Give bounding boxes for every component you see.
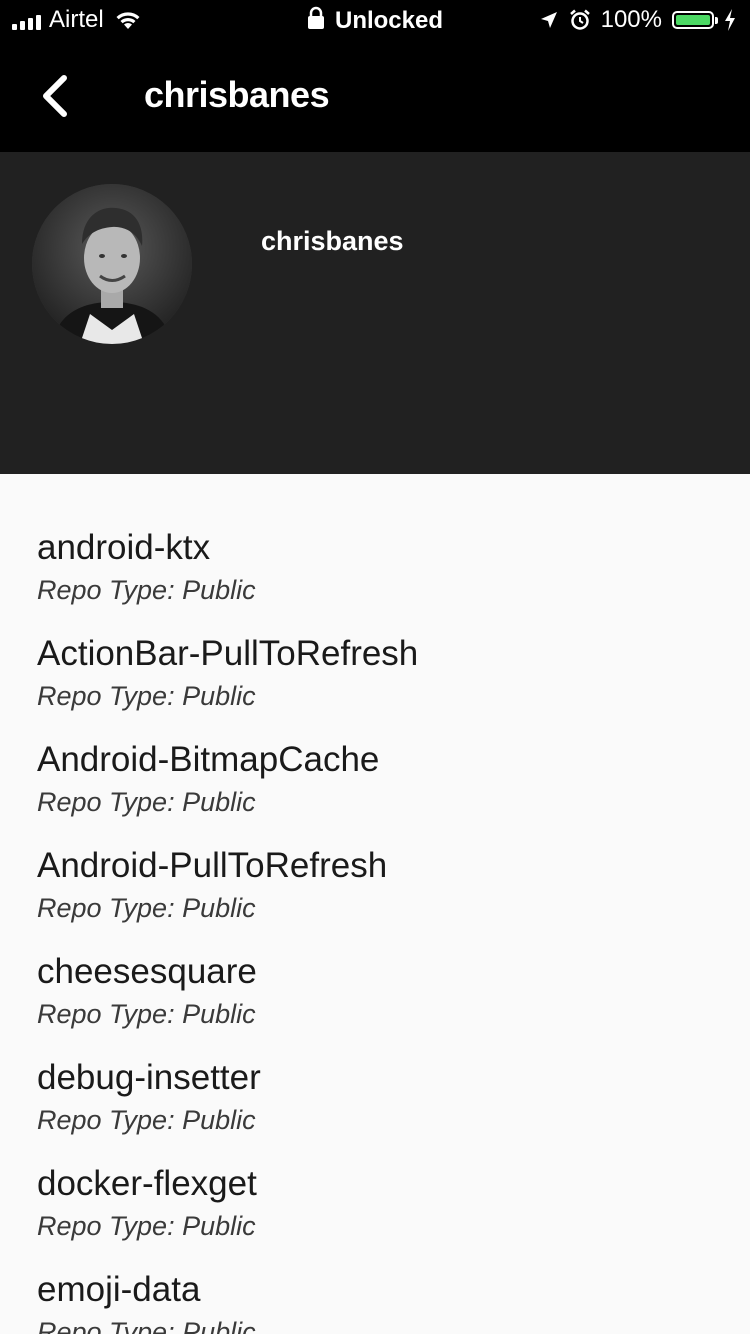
user-avatar-image bbox=[32, 184, 192, 344]
repo-type: Repo Type: Public bbox=[37, 999, 256, 1029]
repo-item[interactable]: cheesesquare Repo Type: Public bbox=[37, 952, 717, 1030]
repo-item[interactable]: ActionBar-PullToRefresh Repo Type: Publi… bbox=[37, 634, 717, 712]
repo-name: ActionBar-PullToRefresh bbox=[37, 634, 419, 673]
battery-icon bbox=[672, 11, 718, 29]
avatar bbox=[32, 184, 192, 344]
repo-item[interactable]: Android-BitmapCache Repo Type: Public bbox=[37, 740, 717, 818]
status-bar: Airtel Unlocked 100% bbox=[0, 0, 750, 40]
repo-type: Repo Type: Public bbox=[37, 575, 256, 605]
chevron-left-icon bbox=[43, 75, 67, 117]
repo-name: Android-BitmapCache bbox=[37, 740, 380, 779]
nav-bar: chrisbanes bbox=[0, 40, 750, 152]
repo-item[interactable]: emoji-data Repo Type: Public bbox=[37, 1270, 717, 1334]
alarm-icon bbox=[569, 9, 590, 30]
battery-level bbox=[676, 15, 710, 25]
profile-username: chrisbanes bbox=[261, 226, 404, 256]
repo-type: Repo Type: Public bbox=[37, 1105, 256, 1135]
repo-type: Repo Type: Public bbox=[37, 1317, 256, 1334]
lock-icon bbox=[307, 6, 324, 29]
location-icon bbox=[540, 12, 557, 28]
repo-item[interactable]: Android-PullToRefresh Repo Type: Public bbox=[37, 846, 717, 924]
repo-item[interactable]: android-ktx Repo Type: Public bbox=[37, 528, 717, 606]
back-button[interactable] bbox=[34, 74, 78, 118]
repo-type: Repo Type: Public bbox=[37, 893, 256, 923]
status-right: 100% bbox=[539, 6, 736, 34]
repo-name: docker-flexget bbox=[37, 1164, 257, 1203]
repo-name: cheesesquare bbox=[37, 952, 257, 991]
profile-header: chrisbanes bbox=[0, 152, 750, 474]
repo-type: Repo Type: Public bbox=[37, 681, 256, 711]
lock-text: Unlocked bbox=[334, 7, 444, 34]
repo-list: android-ktx Repo Type: Public ActionBar-… bbox=[0, 474, 750, 1334]
repo-item[interactable]: docker-flexget Repo Type: Public bbox=[37, 1164, 717, 1242]
repo-name: emoji-data bbox=[37, 1270, 201, 1309]
page-title: chrisbanes bbox=[144, 74, 330, 115]
battery-percent: 100% bbox=[600, 6, 662, 33]
repo-item[interactable]: debug-insetter Repo Type: Public bbox=[37, 1058, 717, 1136]
charging-icon bbox=[725, 9, 735, 31]
repo-name: android-ktx bbox=[37, 528, 211, 567]
repo-type: Repo Type: Public bbox=[37, 1211, 256, 1241]
repo-name: Android-PullToRefresh bbox=[37, 846, 388, 885]
repo-name: debug-insetter bbox=[37, 1058, 261, 1097]
repo-type: Repo Type: Public bbox=[37, 787, 256, 817]
